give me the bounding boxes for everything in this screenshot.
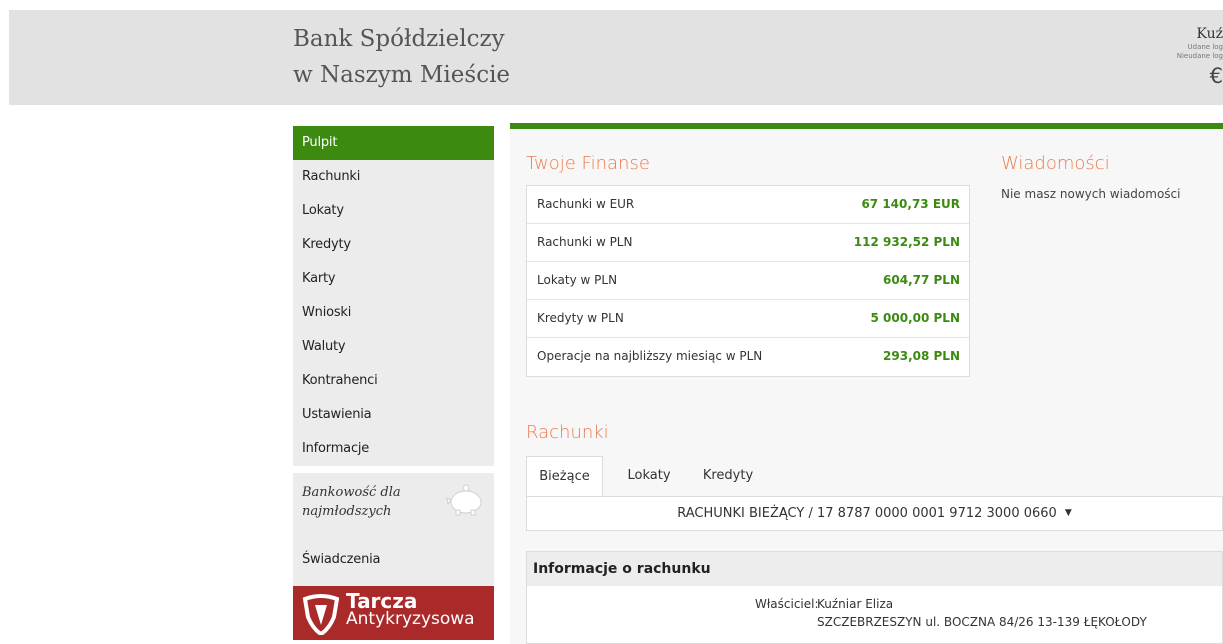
finances-table: Rachunki w EUR 67 140,73 EUR Rachunki w … [526,185,970,377]
account-info-title: Informacje o rachunku [527,552,1222,586]
finances-row-value: 5 000,00 PLN [870,311,961,325]
bank-name-line1: Bank Spółdzielczy [293,26,505,52]
finances-row[interactable]: Operacje na najbliższy miesiąc w PLN 293… [527,338,969,376]
sidebar-item-karty[interactable]: Karty [293,262,494,296]
sidebar-item-lokaty[interactable]: Lokaty [293,194,494,228]
user-info: Kuź Udane log Nieudane log € [1177,25,1223,89]
tarcza-antykryzysowa-banner[interactable]: Tarcza Antykryzysowa [293,586,494,640]
account-selector[interactable]: RACHUNKI BIEŻĄCY / 17 8787 0000 0001 971… [526,496,1223,531]
owner-address: SZCZEBRZESZYN ul. BOCZNA 84/26 13-139 ŁĘ… [817,615,1147,629]
sidebar-item-waluty[interactable]: Waluty [293,330,494,364]
bank-name-line2: w Naszym Mieście [293,62,511,88]
finances-row[interactable]: Lokaty w PLN 604,77 PLN [527,262,969,300]
bank-logo-text[interactable]: Bank Spółdzielczy w Naszym Mieście [293,21,510,93]
tab-kredyty[interactable]: Kredyty [692,456,764,496]
selected-account: RACHUNKI BIEŻĄCY / 17 8787 0000 0001 971… [677,506,1057,521]
caret-down-icon: ▼ [1064,508,1072,518]
tab-lokaty[interactable]: Lokaty [614,456,684,496]
sidebar-item-kontrahenci[interactable]: Kontrahenci [293,364,494,398]
last-login-success: Udane log [1187,43,1223,51]
sidebar-separator [293,466,494,473]
sidebar-item-swiadczenia[interactable]: Świadczenia [293,534,494,586]
user-name: Kuź [1196,26,1223,42]
sidebar-item-kredyty[interactable]: Kredyty [293,228,494,262]
sidebar-item-wnioski[interactable]: Wnioski [293,296,494,330]
sidebar-item-rachunki[interactable]: Rachunki [293,160,494,194]
euro-icon[interactable]: € [1177,63,1223,89]
sidebar-menu: Pulpit Rachunki Lokaty Kredyty Karty Wni… [293,126,494,640]
dashboard-content: Twoje Finanse Rachunki w EUR 67 140,73 E… [510,129,1223,644]
finances-row-value: 112 932,52 PLN [853,235,960,249]
kids-banking-link[interactable]: Bankowość dla najmłodszych [293,473,494,534]
finances-row-value: 293,08 PLN [883,349,960,363]
sidebar-item-pulpit[interactable]: Pulpit [293,126,494,160]
header-bar: Bank Spółdzielczy w Naszym Mieście Kuź U… [9,10,1223,105]
owner-name: Kuźniar Eliza [817,597,894,611]
finances-row-label: Kredyty w PLN [537,311,624,325]
accounts-title: Rachunki [526,422,609,443]
messages-title: Wiadomości [1001,153,1110,174]
last-login-failed: Nieudane log [1176,52,1223,60]
finances-title: Twoje Finanse [526,153,650,174]
finances-row-label: Lokaty w PLN [537,273,618,287]
finances-row[interactable]: Rachunki w PLN 112 932,52 PLN [527,224,969,262]
finances-row[interactable]: Rachunki w EUR 67 140,73 EUR [527,186,969,224]
finances-row-label: Rachunki w PLN [537,235,633,249]
owner-label: Właściciel: [755,597,819,611]
finances-row-value: 67 140,73 EUR [861,197,960,211]
messages-empty-text: Nie masz nowych wiadomości [1001,187,1181,201]
finances-row-label: Operacje na najbliższy miesiąc w PLN [537,349,763,363]
account-info-panel: Informacje o rachunku Właściciel: Kuźnia… [526,551,1223,644]
shield-icon [302,594,340,635]
piggy-bank-icon [446,484,482,516]
sidebar-item-ustawienia[interactable]: Ustawienia [293,398,494,432]
finances-row-label: Rachunki w EUR [537,197,635,211]
tab-biezace[interactable]: Bieżące [526,456,603,497]
finances-row[interactable]: Kredyty w PLN 5 000,00 PLN [527,300,969,338]
tarcza-subtitle: Antykryzysowa [346,609,475,629]
sidebar-item-informacje[interactable]: Informacje [293,432,494,466]
finances-row-value: 604,77 PLN [883,273,960,287]
